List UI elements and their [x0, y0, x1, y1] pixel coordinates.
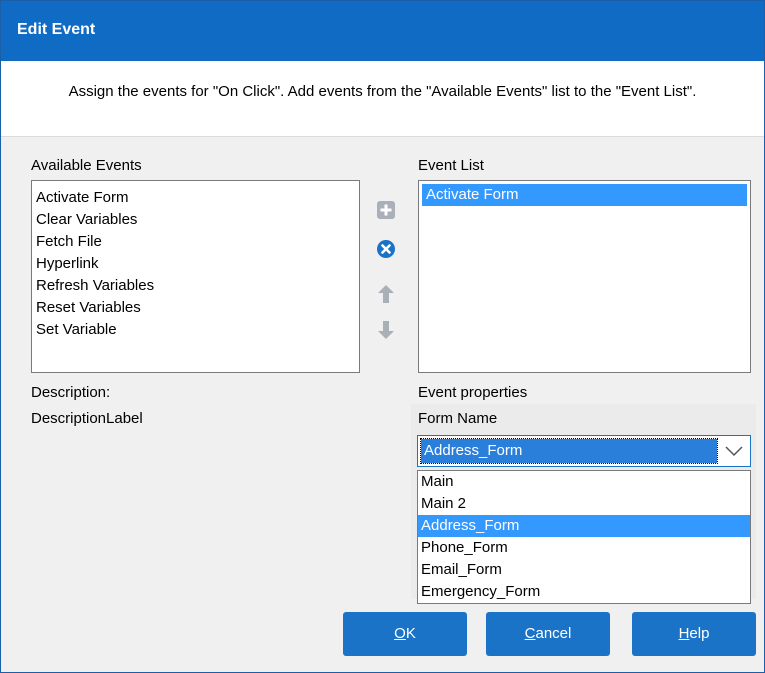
dropdown-option[interactable]: Emergency_Form — [418, 581, 750, 603]
dropdown-option[interactable]: Email_Form — [418, 559, 750, 581]
available-events-list[interactable]: Activate Form Clear Variables Fetch File… — [31, 180, 360, 373]
list-item[interactable]: Hyperlink — [32, 253, 359, 275]
ok-mnemonic: O — [394, 625, 406, 642]
form-name-dropdown-list[interactable]: Main Main 2 Address_Form Phone_Form Emai… — [417, 470, 751, 604]
list-item[interactable]: Clear Variables — [32, 209, 359, 231]
dropdown-option-selected[interactable]: Address_Form — [418, 515, 750, 537]
list-item[interactable]: Reset Variables — [32, 297, 359, 319]
help-label-rest: elp — [689, 625, 710, 642]
add-event-button[interactable] — [375, 199, 397, 221]
event-list[interactable]: Activate Form — [418, 180, 751, 373]
move-down-button[interactable] — [375, 319, 397, 341]
list-item[interactable]: Activate Form — [32, 187, 359, 209]
edit-event-dialog: Edit Event Assign the events for "On Cli… — [0, 0, 765, 673]
cancel-button[interactable]: Cancel — [486, 612, 610, 656]
available-events-label: Available Events — [31, 157, 142, 174]
form-name-value: Address_Form — [420, 438, 718, 464]
dialog-title: Edit Event — [1, 1, 764, 61]
arrow-down-icon — [378, 321, 394, 339]
dropdown-option[interactable]: Main — [418, 471, 750, 493]
cancel-mnemonic: C — [524, 625, 536, 642]
description-label: Description: — [31, 384, 111, 401]
remove-event-button[interactable] — [375, 238, 397, 260]
list-item[interactable]: Fetch File — [32, 231, 359, 253]
help-mnemonic: H — [678, 625, 690, 642]
form-name-combobox[interactable]: Address_Form — [417, 435, 751, 467]
description-value: DescriptionLabel — [31, 410, 143, 427]
dropdown-option[interactable]: Main 2 — [418, 493, 750, 515]
event-properties-label: Event properties — [418, 384, 528, 401]
chevron-down-icon — [725, 446, 743, 457]
list-item[interactable]: Set Variable — [32, 319, 359, 341]
dropdown-option[interactable]: Phone_Form — [418, 537, 750, 559]
help-button[interactable]: Help — [632, 612, 756, 656]
plus-square-icon — [377, 201, 395, 219]
dropdown-toggle[interactable] — [720, 439, 748, 463]
list-item[interactable]: Refresh Variables — [32, 275, 359, 297]
ok-label-rest: K — [405, 625, 416, 642]
ok-button[interactable]: OK — [343, 612, 467, 656]
instruction-text: Assign the events for "On Click". Add ev… — [1, 61, 764, 137]
close-circle-icon — [377, 240, 395, 258]
form-name-label: Form Name — [418, 410, 498, 427]
cancel-label-rest: ancel — [535, 625, 572, 642]
event-list-label: Event List — [418, 157, 484, 174]
move-up-button[interactable] — [375, 283, 397, 305]
list-item-selected[interactable]: Activate Form — [422, 184, 747, 206]
arrow-up-icon — [378, 285, 394, 303]
